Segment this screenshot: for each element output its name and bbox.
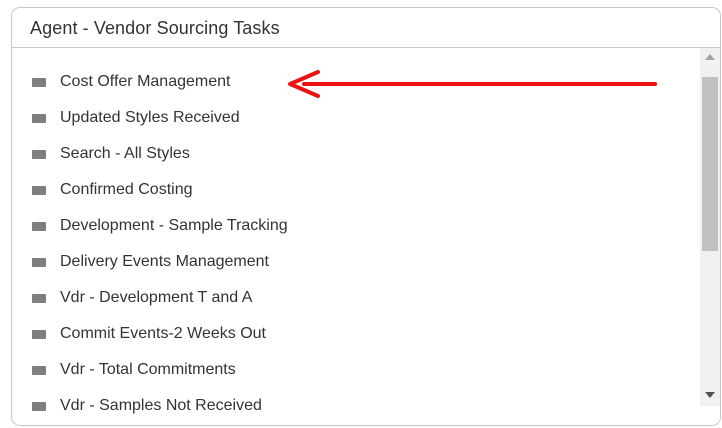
list-item-vdr-samples-not-received[interactable]: Vdr - Samples Not Received <box>32 394 262 418</box>
folder-tab-icon <box>32 185 46 195</box>
list-item-label: Vdr - Development T and A <box>60 289 253 306</box>
task-list: Cost Offer Management Updated Styles Rec… <box>12 48 700 425</box>
vendor-sourcing-tasks-panel: Agent - Vendor Sourcing Tasks Cost Offer… <box>11 7 721 426</box>
scrollbar-thumb[interactable] <box>702 77 718 251</box>
scroll-up-button[interactable] <box>700 48 720 66</box>
folder-tab-icon <box>32 365 46 375</box>
folder-tab-icon <box>32 113 46 123</box>
scroll-down-button[interactable] <box>700 386 720 404</box>
list-item-cost-offer-management[interactable]: Cost Offer Management <box>32 70 230 94</box>
vertical-scrollbar[interactable] <box>700 48 720 406</box>
panel-header: Agent - Vendor Sourcing Tasks <box>12 8 720 48</box>
list-item-label: Commit Events-2 Weeks Out <box>60 325 266 342</box>
folder-tab-icon <box>32 149 46 159</box>
list-item-label: Search - All Styles <box>60 145 190 162</box>
list-item-development-sample-tracking[interactable]: Development - Sample Tracking <box>32 214 288 238</box>
arrow-up-icon <box>705 54 715 60</box>
list-item-label: Cost Offer Management <box>60 73 231 90</box>
folder-tab-icon <box>32 329 46 339</box>
list-item-confirmed-costing[interactable]: Confirmed Costing <box>32 178 193 202</box>
list-item-label: Confirmed Costing <box>60 181 193 198</box>
list-item-updated-styles-received[interactable]: Updated Styles Received <box>32 106 240 130</box>
folder-tab-icon <box>32 77 46 87</box>
panel-title: Agent - Vendor Sourcing Tasks <box>30 18 280 38</box>
list-item-label: Development - Sample Tracking <box>60 217 288 234</box>
arrow-down-icon <box>705 392 715 398</box>
list-item-vdr-development-t-and-a[interactable]: Vdr - Development T and A <box>32 286 252 310</box>
list-item-label: Delivery Events Management <box>60 253 269 270</box>
folder-tab-icon <box>32 221 46 231</box>
list-item-search-all-styles[interactable]: Search - All Styles <box>32 142 190 166</box>
list-item-delivery-events-management[interactable]: Delivery Events Management <box>32 250 269 274</box>
list-item-vdr-total-commitments[interactable]: Vdr - Total Commitments <box>32 358 236 382</box>
list-item-label: Vdr - Total Commitments <box>60 361 236 378</box>
folder-tab-icon <box>32 401 46 411</box>
list-item-label: Updated Styles Received <box>60 109 240 126</box>
list-item-label: Vdr - Samples Not Received <box>60 397 262 414</box>
list-item-commit-events-2-weeks-out[interactable]: Commit Events-2 Weeks Out <box>32 322 266 346</box>
folder-tab-icon <box>32 293 46 303</box>
folder-tab-icon <box>32 257 46 267</box>
